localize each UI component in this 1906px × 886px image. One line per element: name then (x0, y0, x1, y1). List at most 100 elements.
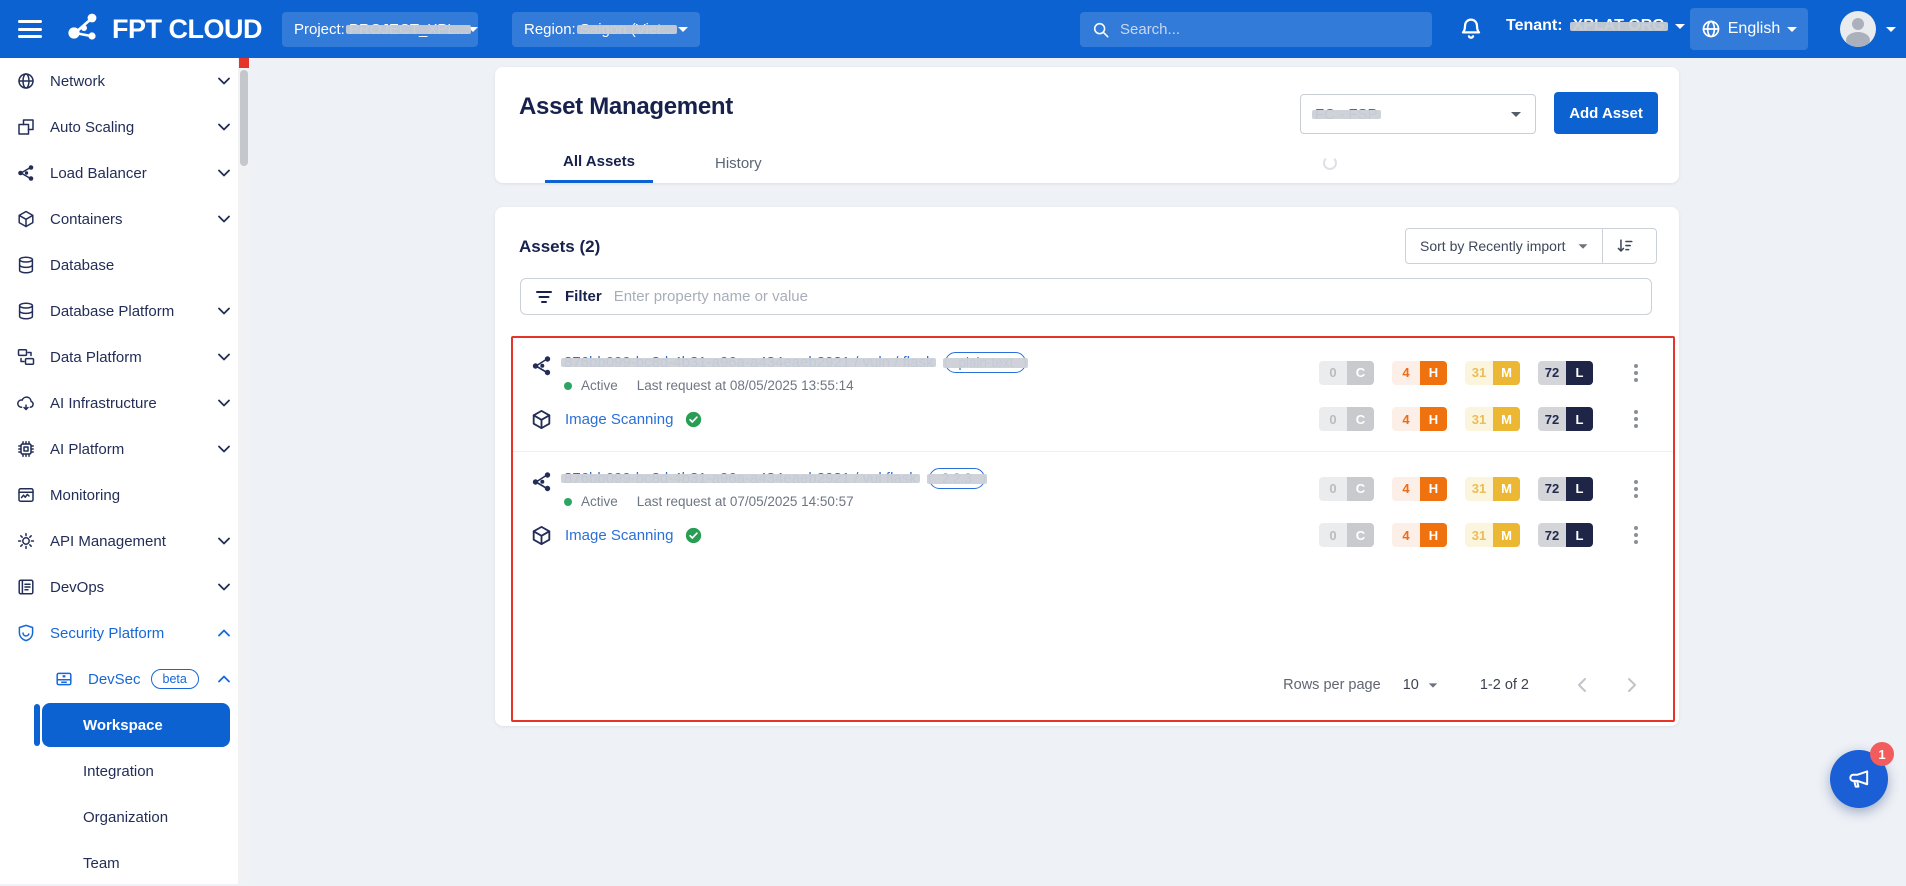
chevron-down-icon (218, 215, 230, 223)
tenant-value: XPLAT ORG (1573, 17, 1665, 35)
sidebar-item-organization[interactable]: Organization (0, 794, 250, 840)
last-request-text: Last request at 07/05/2025 14:50:57 (637, 494, 854, 509)
cube-icon (530, 524, 553, 547)
sidebar-item-monitoring[interactable]: Monitoring (0, 472, 250, 518)
chevron-down-icon (218, 353, 230, 361)
kebab-menu-icon[interactable] (1627, 362, 1645, 384)
sidebar-item-label: API Management (50, 533, 218, 550)
notification-count-badge: 1 (1870, 742, 1894, 766)
project-label: Project: (294, 21, 345, 38)
chevron-left-icon (1577, 677, 1587, 693)
kebab-menu-icon[interactable] (1627, 478, 1645, 500)
sidebar-item-workspace[interactable]: Workspace (0, 702, 250, 748)
chevron-down-icon (218, 399, 230, 407)
image-scanning-link[interactable]: Image Scanning (565, 527, 673, 544)
tenant-selector[interactable]: Tenant: XPLAT ORG (1506, 17, 1685, 35)
sidebar-item-network[interactable]: Network (0, 58, 250, 104)
chevron-down-icon (1511, 112, 1521, 117)
scrollbar-thumb[interactable] (240, 70, 248, 166)
gear-icon (16, 531, 36, 551)
severity-medium-badge: 31M (1465, 523, 1520, 547)
image-scanning-link[interactable]: Image Scanning (565, 411, 673, 428)
severity-high-badge: 4H (1392, 477, 1447, 501)
sort-order-button[interactable] (1603, 237, 1647, 255)
sidebar-item-ai-platform[interactable]: AI Platform (0, 426, 250, 472)
notification-bell-icon[interactable] (1458, 16, 1484, 42)
region-value: Saigon (Viet... (580, 21, 674, 38)
sidebar-item-auto-scaling[interactable]: Auto Scaling (0, 104, 250, 150)
asset-type-badge[interactable]: plain-text (945, 352, 1026, 373)
sidebar-item-label: Security Platform (50, 625, 218, 642)
region-selector[interactable]: Region: Saigon (Viet... (512, 12, 700, 47)
severity-medium-badge: 31M (1465, 477, 1520, 501)
avatar (1840, 11, 1876, 47)
severity-high-badge: 4H (1392, 523, 1447, 547)
severity-critical-badge: 0C (1319, 407, 1374, 431)
sidebar-item-label: Workspace (83, 717, 163, 734)
filter-bar[interactable]: Filter (520, 278, 1652, 315)
tenant-label: Tenant: (1506, 17, 1563, 35)
sidebar-item-api-management[interactable]: API Management (0, 518, 250, 564)
page-range: 1-2 of 2 (1480, 677, 1529, 693)
severity-low-badge: 72L (1538, 361, 1593, 385)
kebab-menu-icon[interactable] (1627, 408, 1645, 430)
sidebar-item-containers[interactable]: Containers (0, 196, 250, 242)
image-scanning-row: Image Scanning 0C 4H 31M 72L (513, 395, 1673, 441)
previous-page-button[interactable] (1569, 672, 1595, 698)
last-request-text: Last request at 08/05/2025 13:55:14 (637, 378, 854, 393)
severity-critical-badge: 0C (1319, 477, 1374, 501)
brand-name: FPT CLOUD (112, 14, 262, 45)
status-dot (564, 498, 572, 506)
sidebar-item-label: DevSec (88, 671, 141, 688)
sort-select[interactable]: Sort by Recently import (1406, 238, 1566, 254)
severity-low-badge: 72L (1538, 477, 1593, 501)
scope-select[interactable]: FC - FSP (1300, 94, 1536, 134)
tab-all-assets[interactable]: All Assets (545, 143, 653, 183)
tab-history[interactable]: History (697, 143, 780, 183)
sidebar: Network Auto Scaling Load Balancer Conta… (0, 58, 250, 884)
devops-icon (16, 577, 36, 597)
sidebar-item-ai-infrastructure[interactable]: AI Infrastructure (0, 380, 250, 426)
asset-group: 876bb099-bc8d-4b31-a96a-a434eaeb2921 / v… (513, 338, 1673, 447)
sidebar-item-devsec[interactable]: DevSec beta (0, 656, 250, 702)
brand-logo[interactable]: FPT CLOUD (64, 9, 262, 49)
sidebar-item-load-balancer[interactable]: Load Balancer (0, 150, 250, 196)
chevron-down-icon (1429, 683, 1438, 687)
project-value: PROJECT_XPL... (349, 21, 468, 38)
hamburger-menu-icon[interactable] (18, 20, 42, 38)
sidebar-item-integration[interactable]: Integration (0, 748, 250, 794)
filter-input[interactable] (614, 288, 1637, 305)
language-selector[interactable]: English (1690, 8, 1808, 50)
project-selector[interactable]: Project: PROJECT_XPL... (282, 12, 478, 47)
asset-name-link[interactable]: 876bb099-bc8d-4b31-a96a-a434eaeb2921 / v… (564, 470, 917, 487)
monitoring-icon (16, 485, 36, 505)
search-box[interactable] (1080, 12, 1432, 47)
kebab-menu-icon[interactable] (1627, 524, 1645, 546)
assets-panel: Assets (2) Sort by Recently import Filte… (495, 207, 1679, 726)
asset-name-link[interactable]: 876bb099-bc8d-4b31-a96a-a434eaeb2921 / v… (564, 354, 933, 371)
sidebar-item-database-platform[interactable]: Database Platform (0, 288, 250, 334)
sidebar-item-security-platform[interactable]: Security Platform (0, 610, 250, 656)
severity-high-badge: 4H (1392, 407, 1447, 431)
severity-chips: 0C 4H 31M 72L (1319, 407, 1645, 431)
sidebar-item-data-platform[interactable]: Data Platform (0, 334, 250, 380)
next-page-button[interactable] (1619, 672, 1645, 698)
search-input[interactable] (1120, 21, 1420, 38)
sidebar-item-label: DevOps (50, 579, 218, 596)
sidebar-item-label: Containers (50, 211, 218, 228)
rows-per-page-select[interactable]: 10 (1403, 677, 1438, 693)
sidebar-item-label: Integration (83, 763, 154, 780)
announcements-fab[interactable]: 1 (1830, 750, 1888, 808)
sidebar-item-team[interactable]: Team (0, 840, 250, 886)
sidebar-scrollbar[interactable] (238, 58, 250, 884)
globe-icon (16, 71, 36, 91)
asset-version-badge[interactable]: 2.2.3 (929, 468, 985, 489)
sidebar-item-database[interactable]: Database (0, 242, 250, 288)
severity-low-badge: 72L (1538, 407, 1593, 431)
sidebar-item-devops[interactable]: DevOps (0, 564, 250, 610)
add-asset-button[interactable]: Add Asset (1554, 92, 1658, 134)
asset-molecule-icon (530, 354, 554, 378)
user-menu[interactable] (1840, 11, 1896, 47)
sidebar-item-label: Monitoring (50, 487, 230, 504)
chevron-up-icon (218, 675, 230, 683)
